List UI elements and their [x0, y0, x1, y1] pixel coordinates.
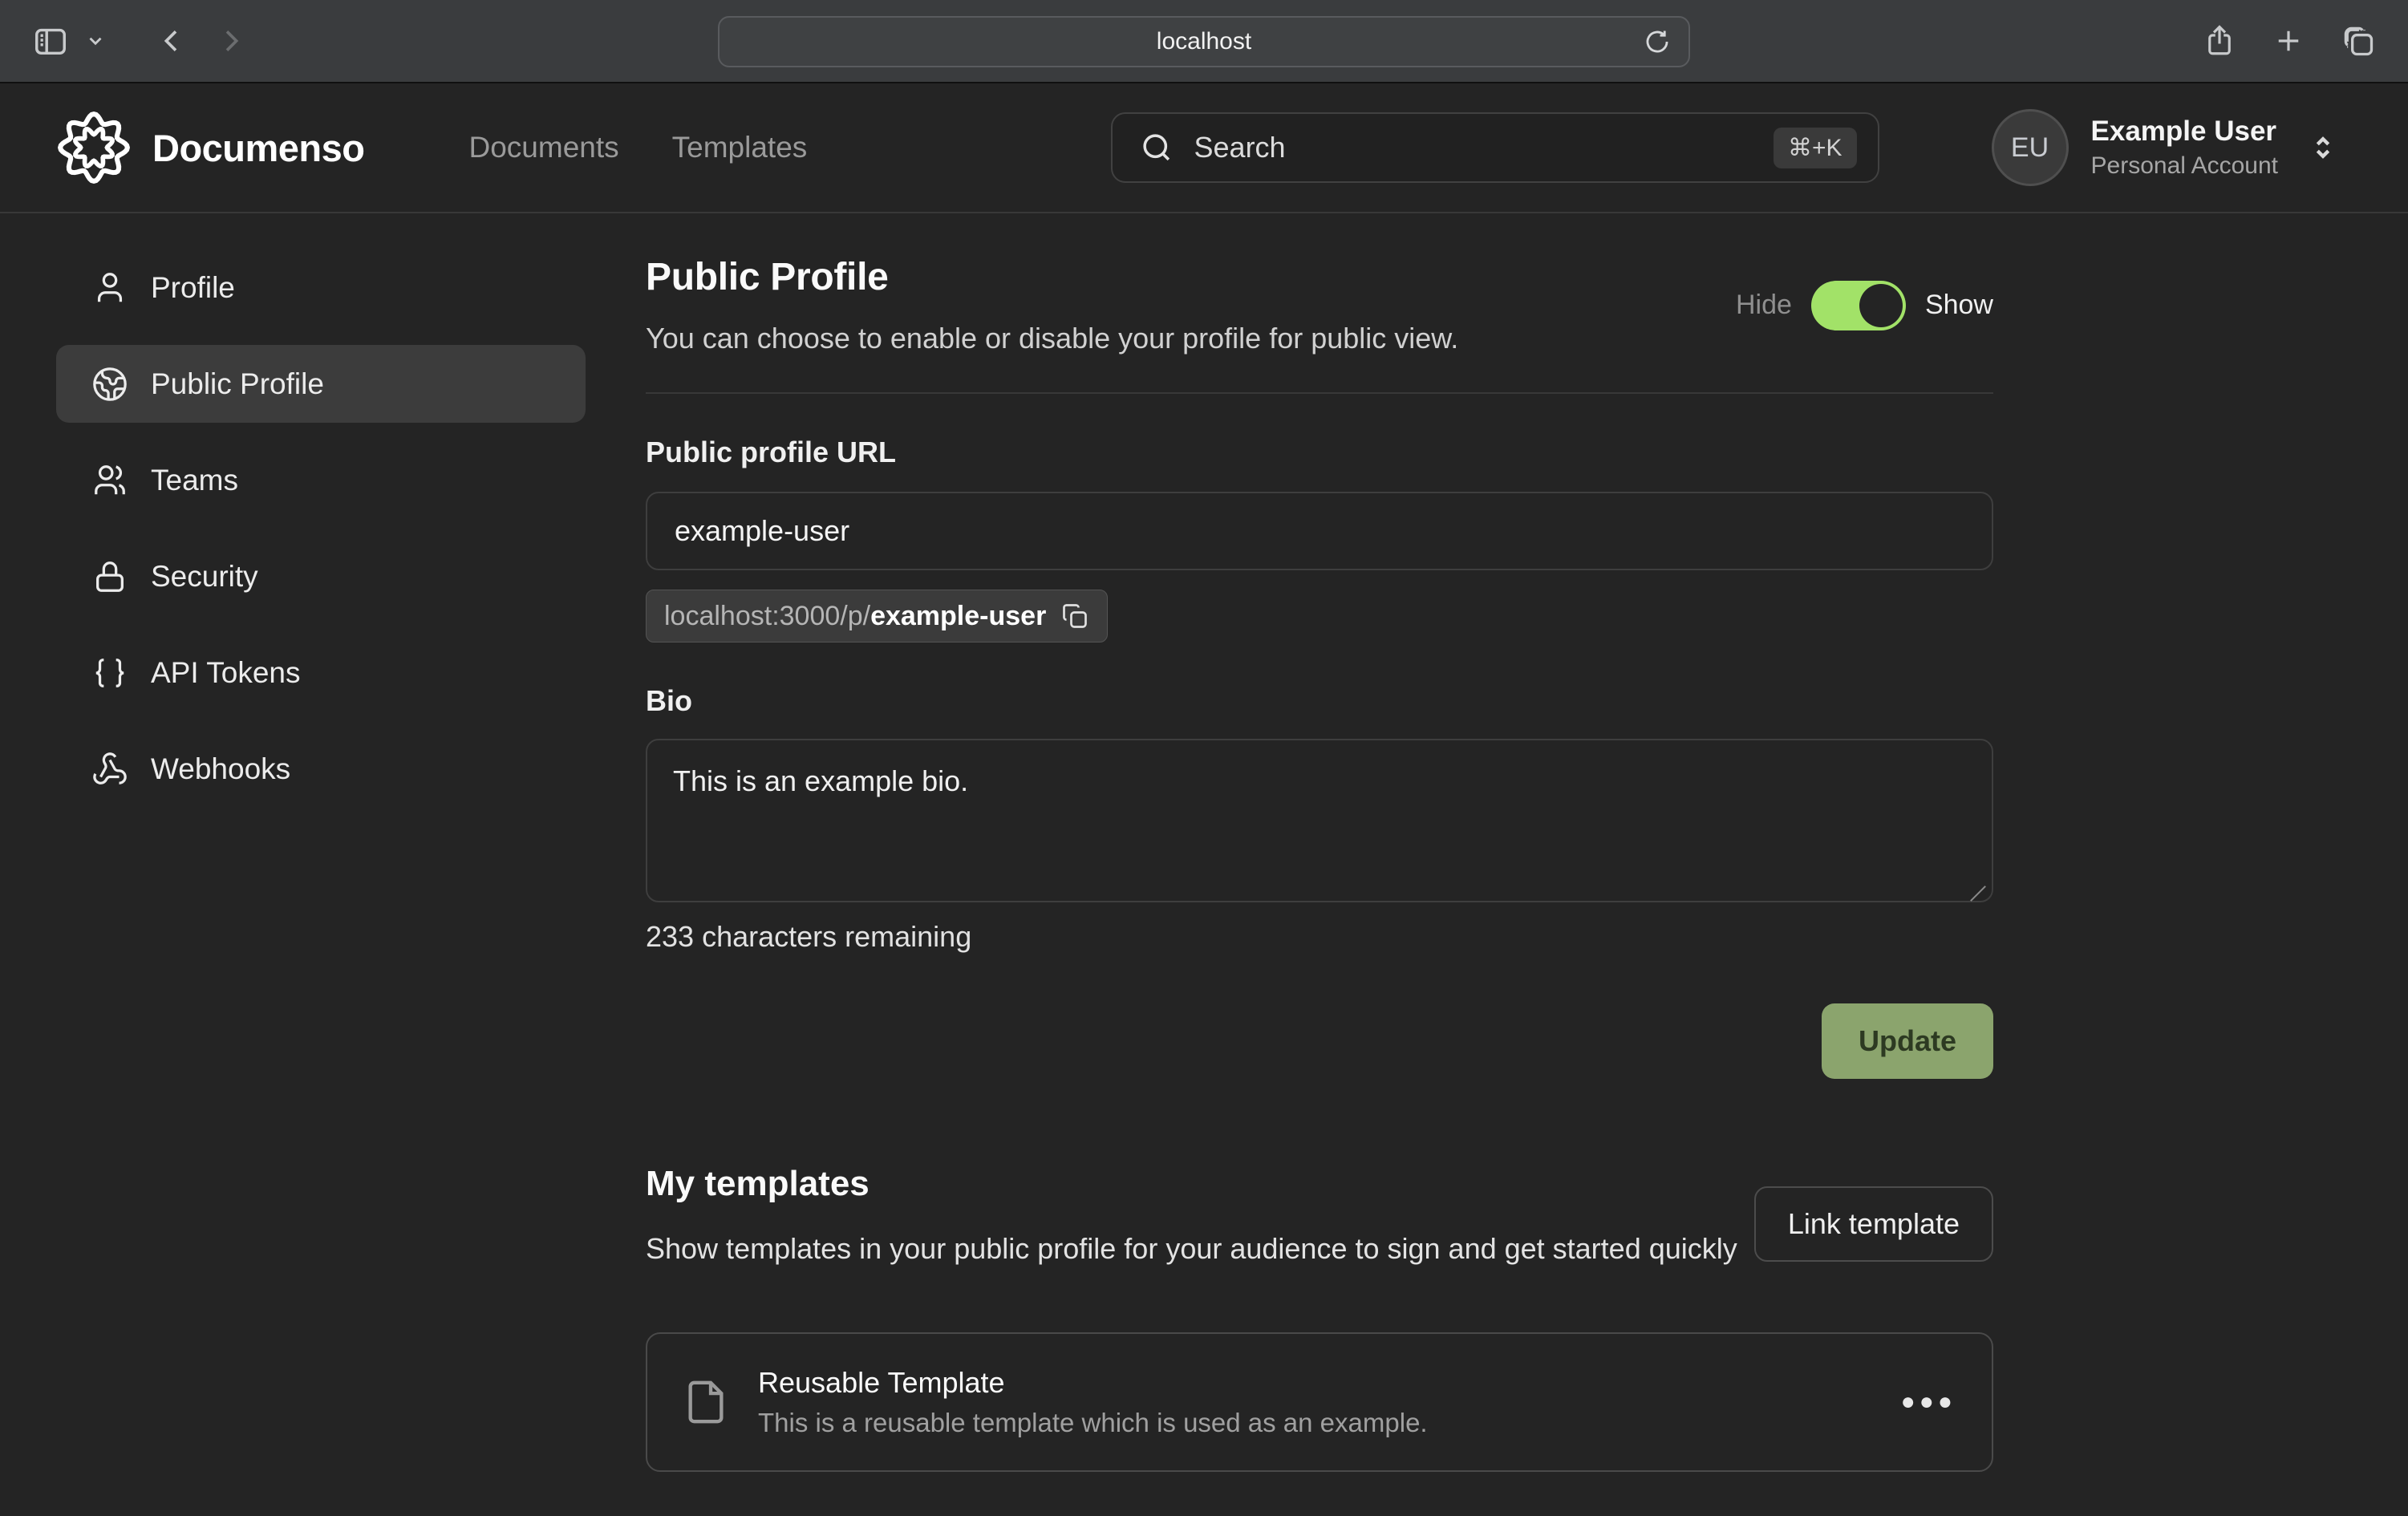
chevrons-up-down-icon [2307, 132, 2339, 164]
new-tab-icon[interactable] [2272, 24, 2305, 58]
tab-overview-icon[interactable] [2341, 23, 2376, 59]
webhook-icon [91, 751, 128, 788]
sidebar-item-public-profile[interactable]: Public Profile [56, 345, 586, 423]
sidebar-item-label: Teams [151, 464, 238, 497]
address-bar[interactable]: localhost [718, 16, 1690, 67]
user-icon [91, 270, 128, 306]
sidebar-item-label: Public Profile [151, 367, 324, 401]
sidebar-item-teams[interactable]: Teams [56, 441, 586, 519]
globe-icon [91, 366, 128, 403]
toggle-hide-label: Hide [1736, 290, 1792, 321]
settings-sidebar: Profile Public Profile Teams Security AP… [56, 213, 586, 826]
bio-textarea[interactable]: This is an example bio. [646, 739, 1993, 902]
documenso-logo-icon [56, 110, 132, 185]
page-title: Public Profile [646, 255, 1458, 299]
public-profile-settings: Public Profile You can choose to enable … [646, 213, 1993, 1472]
sidebar-item-label: Profile [151, 271, 235, 305]
toggle-show-label: Show [1925, 290, 1993, 321]
avatar-initials: EU [2011, 132, 2049, 164]
lock-icon [91, 558, 128, 595]
back-button[interactable] [156, 25, 188, 57]
sidebar-item-security[interactable]: Security [56, 537, 586, 615]
sidebar-chevron-icon[interactable] [85, 30, 106, 51]
search-input[interactable]: Search ⌘+K [1111, 112, 1879, 183]
my-templates-description: Show templates in your public profile fo… [646, 1228, 1737, 1270]
main-nav: Documents Templates [469, 131, 808, 164]
template-options-icon[interactable]: ●●● [1901, 1388, 1956, 1416]
template-card[interactable]: Reusable Template This is a reusable tem… [646, 1332, 1993, 1472]
my-templates-title: My templates [646, 1164, 1737, 1204]
link-template-button[interactable]: Link template [1754, 1186, 1993, 1262]
page-subtitle: You can choose to enable or disable your… [646, 322, 1458, 355]
sidebar-item-label: API Tokens [151, 656, 300, 690]
address-bar-url: localhost [1157, 28, 1251, 55]
user-name: Example User [2091, 116, 2278, 148]
bio-label: Bio [646, 684, 1993, 718]
sidebar-item-label: Security [151, 560, 258, 594]
sidebar-item-label: Webhooks [151, 752, 290, 786]
section-divider [646, 392, 1993, 394]
sidebar-toggle-icon[interactable] [32, 22, 69, 59]
copy-icon[interactable] [1060, 602, 1089, 630]
characters-remaining: 233 characters remaining [646, 920, 1993, 954]
nav-documents[interactable]: Documents [469, 131, 619, 164]
app-header: Documenso Documents Templates Search ⌘+K… [0, 83, 2408, 213]
profile-url-input[interactable] [646, 492, 1993, 570]
template-description: This is a reusable template which is use… [758, 1408, 1428, 1438]
url-preview-prefix: localhost:3000/p/ [664, 601, 870, 631]
sidebar-item-api-tokens[interactable]: API Tokens [56, 634, 586, 711]
browser-chrome: localhost [0, 0, 2408, 83]
nav-templates[interactable]: Templates [672, 131, 808, 164]
share-icon[interactable] [2203, 24, 2236, 58]
user-menu[interactable]: EU Example User Personal Account [1992, 109, 2339, 186]
profile-visibility-toggle[interactable] [1811, 281, 1906, 330]
toggle-knob [1859, 284, 1903, 327]
user-account-type: Personal Account [2091, 152, 2278, 180]
search-placeholder: Search [1194, 131, 1286, 164]
update-button[interactable]: Update [1822, 1003, 1993, 1079]
profile-url-preview[interactable]: localhost:3000/p/example-user [646, 590, 1108, 642]
forward-button [215, 25, 247, 57]
profile-url-label: Public profile URL [646, 436, 1993, 469]
reload-icon[interactable] [1644, 28, 1671, 55]
sidebar-item-webhooks[interactable]: Webhooks [56, 730, 586, 808]
visibility-toggle-row: Hide Show [1736, 281, 1993, 330]
search-icon [1140, 131, 1174, 164]
url-preview-slug: example-user [870, 601, 1046, 631]
search-shortcut-badge: ⌘+K [1774, 128, 1857, 168]
braces-icon [91, 655, 128, 691]
avatar: EU [1992, 109, 2069, 186]
brand-name: Documenso [152, 126, 365, 170]
users-icon [91, 462, 128, 499]
sidebar-item-profile[interactable]: Profile [56, 249, 586, 326]
brand[interactable]: Documenso [56, 110, 365, 185]
file-icon [683, 1379, 729, 1425]
template-title: Reusable Template [758, 1366, 1428, 1400]
